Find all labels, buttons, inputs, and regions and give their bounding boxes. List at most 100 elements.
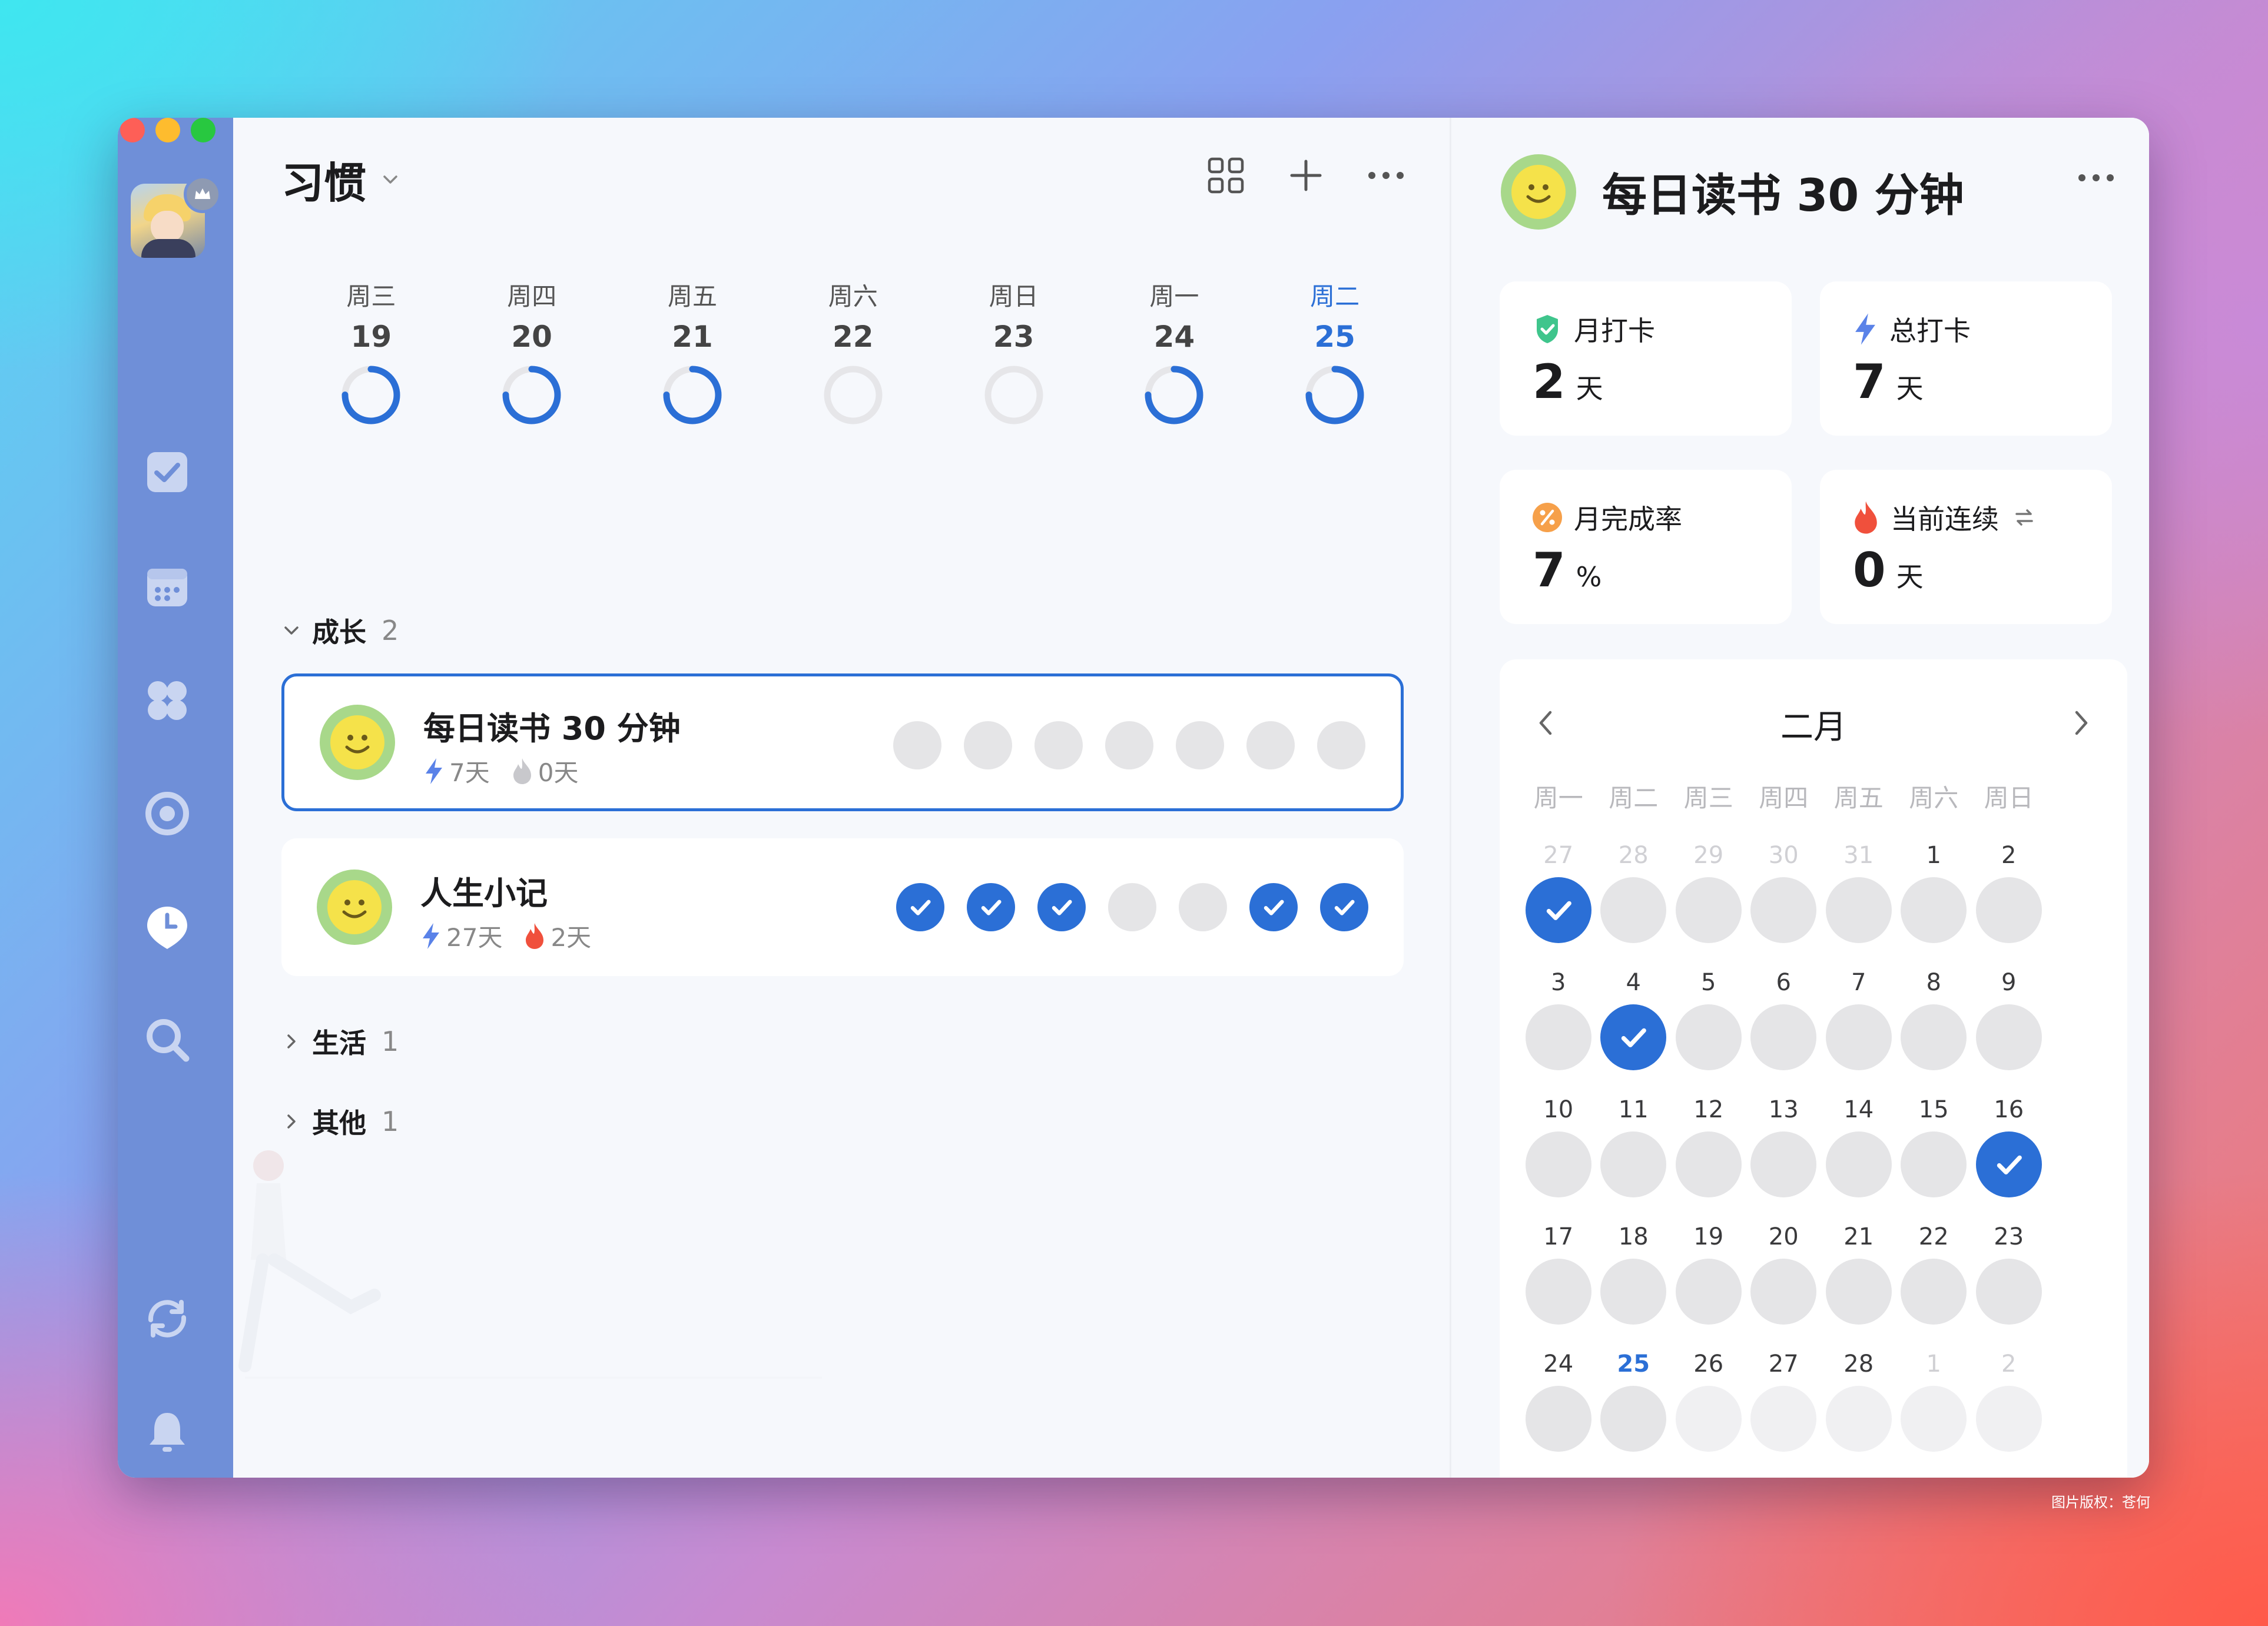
habit-card-life-notes[interactable]: 人生小记 27天 2天	[281, 838, 1404, 976]
calendar-day[interactable]: 4	[1596, 969, 1672, 1096]
calendar-day[interactable]: 15	[1896, 1096, 1972, 1223]
close-window-button[interactable]	[120, 118, 145, 142]
calendar-day[interactable]: 7	[1821, 969, 1896, 1096]
habit-check-dot[interactable]	[1034, 721, 1083, 769]
calendar-day[interactable]: 27	[1521, 842, 1596, 969]
calendar-day[interactable]: 14	[1821, 1096, 1896, 1223]
calendar-day[interactable]: 21	[1821, 1223, 1896, 1350]
calendar-day[interactable]: 12	[1671, 1096, 1746, 1223]
calendar-icon[interactable]	[140, 559, 194, 613]
more-options-button[interactable]	[1364, 153, 1408, 198]
focus-target-icon[interactable]	[140, 787, 194, 841]
calendar-day[interactable]: 16	[1971, 1096, 2047, 1223]
calendar-day[interactable]: 19	[1671, 1223, 1746, 1350]
calendar-day[interactable]: 3	[1521, 969, 1596, 1096]
four-leaf-icon[interactable]	[140, 673, 194, 728]
detail-more-button[interactable]	[2077, 172, 2116, 186]
calendar-day-check	[1825, 1386, 1892, 1452]
calendar-day[interactable]: 22	[1896, 1223, 1972, 1350]
calendar-day[interactable]: 28	[1596, 842, 1672, 969]
habit-check-dot[interactable]	[893, 721, 941, 769]
habit-check-dot[interactable]	[1176, 721, 1224, 769]
stat-value: 2	[1533, 354, 1566, 409]
calendar-day[interactable]: 26	[1671, 1350, 1746, 1478]
group-header-life[interactable]: 生活 1	[281, 1022, 399, 1061]
calendar-day[interactable]: 27	[1746, 1350, 1822, 1478]
calendar-day[interactable]: 8	[1896, 969, 1972, 1096]
habit-check-dot[interactable]	[1108, 883, 1156, 931]
calendar-day[interactable]: 6	[1746, 969, 1822, 1096]
zoom-window-button[interactable]	[191, 118, 215, 142]
chevron-down-icon	[383, 175, 397, 184]
calendar-day[interactable]: 1	[1896, 842, 1972, 969]
calendar-day[interactable]: 23	[1971, 1223, 2047, 1350]
habit-card-reading[interactable]: 每日读书 30 分钟 7天 0天	[281, 673, 1404, 811]
calendar-day[interactable]: 31	[1821, 842, 1896, 969]
group-header-growth[interactable]: 成长 2	[281, 611, 399, 650]
calendar-day[interactable]: 17	[1521, 1223, 1596, 1350]
calendar-day-check	[1901, 1131, 1967, 1197]
week-day-2[interactable]: 周五 21	[612, 277, 773, 427]
stat-value: 7	[1853, 354, 1886, 409]
calendar-day-check	[1975, 1004, 2042, 1070]
calendar-day-number: 20	[1768, 1223, 1799, 1250]
calendar-day[interactable]: 30	[1746, 842, 1822, 969]
calendar-day[interactable]: 20	[1746, 1223, 1822, 1350]
calendar-day[interactable]: 10	[1521, 1096, 1596, 1223]
page-title-dropdown[interactable]: 习惯	[281, 148, 400, 210]
calendar-day[interactable]: 28	[1821, 1350, 1896, 1478]
week-day-6[interactable]: 周二 25	[1255, 277, 1415, 427]
calendar-day-check	[1675, 1259, 1742, 1325]
calendar-day[interactable]: 13	[1746, 1096, 1822, 1223]
habit-check-dot[interactable]	[1105, 721, 1153, 769]
add-habit-button[interactable]	[1284, 153, 1328, 198]
calendar-day-check	[1750, 877, 1817, 943]
day-progress-ring	[341, 366, 400, 424]
habit-check-dot[interactable]	[896, 883, 944, 931]
week-day-5[interactable]: 周一 24	[1094, 277, 1255, 427]
habit-check-dot[interactable]	[1317, 721, 1365, 769]
calendar-day[interactable]: 29	[1671, 842, 1746, 969]
habit-check-dot[interactable]	[1249, 883, 1298, 931]
calendar-day[interactable]: 9	[1971, 969, 2047, 1096]
habit-check-dot[interactable]	[1179, 883, 1227, 931]
next-month-button[interactable]	[2070, 708, 2093, 741]
swap-icon[interactable]	[2013, 506, 2035, 529]
habit-check-dot[interactable]	[967, 883, 1015, 931]
flame-icon	[526, 922, 544, 949]
calendar-day-number: 24	[1543, 1350, 1574, 1378]
week-day-0[interactable]: 周三 19	[291, 277, 452, 427]
habit-streak: 0天	[538, 758, 579, 787]
week-day-3[interactable]: 周六 22	[772, 277, 933, 427]
calendar-day[interactable]: 18	[1596, 1223, 1672, 1350]
search-icon[interactable]	[140, 1013, 194, 1067]
task-check-icon[interactable]	[140, 445, 194, 499]
habit-check-dot[interactable]	[964, 721, 1012, 769]
calendar-day-number: 14	[1843, 1096, 1874, 1123]
habit-check-dot[interactable]	[1320, 883, 1368, 931]
calendar-day-number: 1	[1926, 1350, 1941, 1378]
calendar-day[interactable]: 2	[1971, 1350, 2047, 1478]
week-day-1[interactable]: 周四 20	[452, 277, 612, 427]
bell-icon[interactable]	[140, 1405, 194, 1459]
grid-view-button[interactable]	[1203, 153, 1248, 198]
sync-icon[interactable]	[140, 1292, 194, 1346]
habit-clock-icon[interactable]	[140, 900, 194, 954]
week-day-4[interactable]: 周日 23	[933, 277, 1094, 427]
calendar-day[interactable]: 5	[1671, 969, 1746, 1096]
calendar-day[interactable]: 1	[1896, 1350, 1972, 1478]
habit-check-dot[interactable]	[1037, 883, 1086, 931]
calendar-day[interactable]: 11	[1596, 1096, 1672, 1223]
stat-monthly-checkins: 月打卡 2天	[1500, 281, 1792, 436]
calendar-day-check	[1825, 1131, 1892, 1197]
calendar-day[interactable]: 2	[1971, 842, 2047, 969]
habit-check-dot[interactable]	[1246, 721, 1295, 769]
habit-name: 每日读书 30 分钟	[423, 710, 681, 747]
minimize-window-button[interactable]	[155, 118, 180, 142]
week-day-label: 周一	[1149, 282, 1199, 311]
calendar-day[interactable]: 25	[1596, 1350, 1672, 1478]
calendar-day-check	[1525, 1386, 1591, 1452]
calendar-day[interactable]: 24	[1521, 1350, 1596, 1478]
group-name: 生活	[312, 1027, 366, 1059]
smiley-icon	[320, 705, 395, 780]
